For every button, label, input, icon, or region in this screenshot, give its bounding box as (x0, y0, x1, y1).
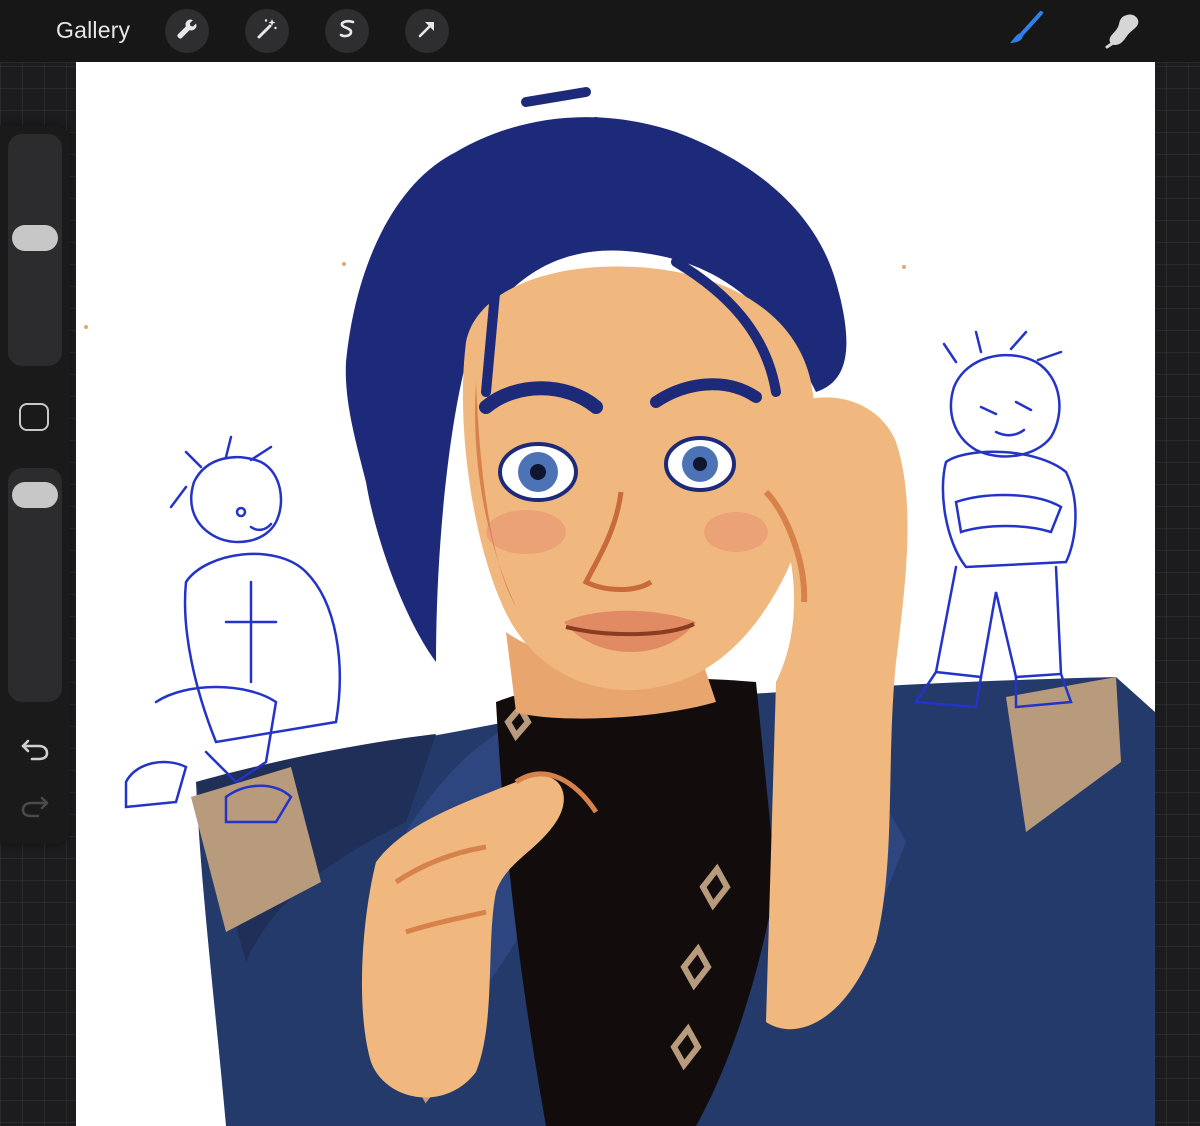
opacity-slider[interactable] (8, 468, 62, 702)
drawing-canvas[interactable] (76, 62, 1155, 1126)
undo-icon (20, 735, 50, 766)
brush-icon (1006, 9, 1046, 54)
opacity-thumb[interactable] (12, 482, 58, 508)
modify-button[interactable] (19, 403, 49, 431)
magic-wand-icon (255, 17, 279, 46)
undo-button[interactable] (18, 735, 52, 765)
wrench-icon (175, 17, 199, 46)
top-toolbar: Gallery (0, 0, 1200, 63)
brush-tool-button[interactable] (1003, 8, 1049, 54)
brush-size-thumb[interactable] (12, 225, 58, 252)
transform-button[interactable] (405, 9, 449, 53)
selection-icon (335, 17, 359, 46)
side-toolbar (0, 126, 70, 844)
artwork (84, 87, 1155, 1126)
gallery-button[interactable]: Gallery (56, 17, 130, 44)
smudge-tool-button[interactable] (1100, 8, 1146, 54)
redo-icon (20, 792, 50, 823)
transform-arrow-icon (415, 17, 439, 46)
actions-button[interactable] (165, 9, 209, 53)
brush-size-slider[interactable] (8, 134, 62, 366)
redo-button[interactable] (18, 792, 52, 822)
selection-button[interactable] (325, 9, 369, 53)
right-chibi-sketch (913, 330, 1077, 709)
adjustments-button[interactable] (245, 9, 289, 53)
smudge-icon (1103, 9, 1143, 54)
